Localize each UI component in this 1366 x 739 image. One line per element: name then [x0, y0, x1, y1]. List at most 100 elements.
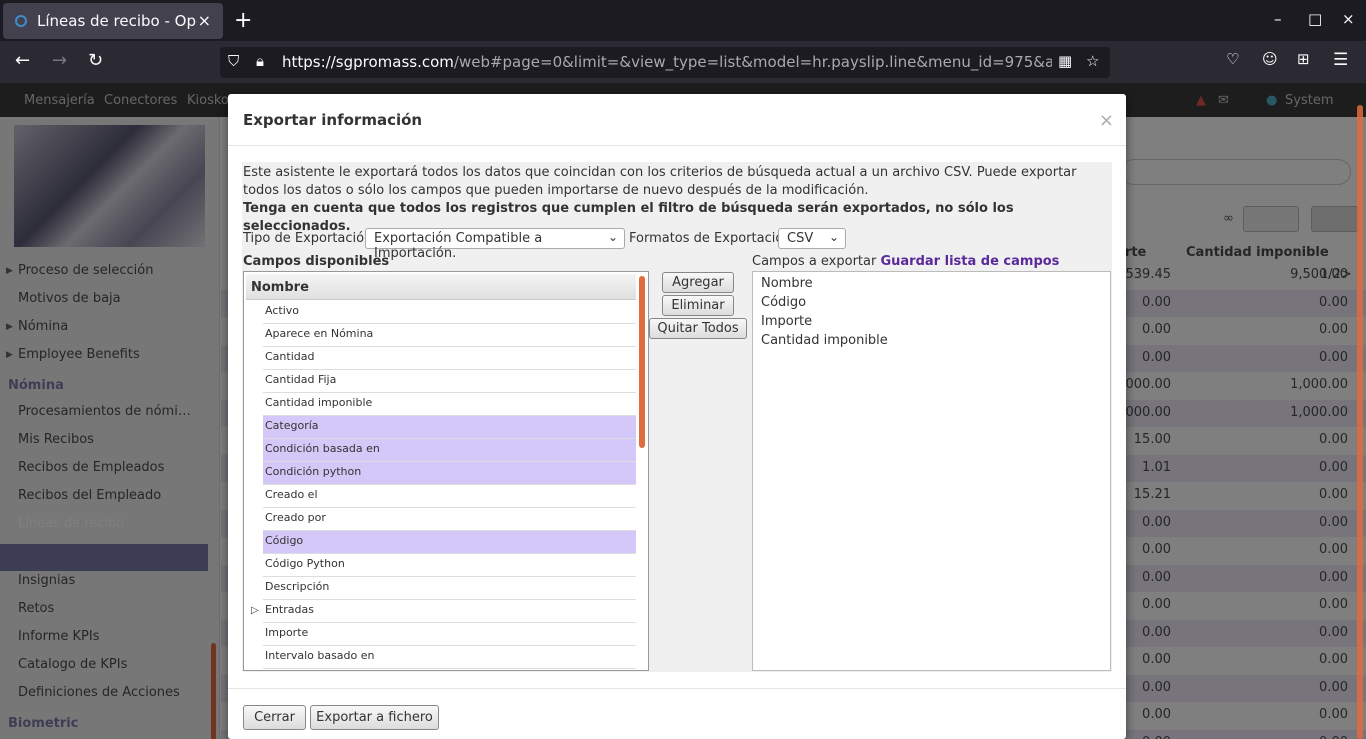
- extension-icon[interactable]: ☺: [1262, 50, 1278, 68]
- available-fields-title: Campos disponibles: [243, 254, 390, 269]
- close-icon[interactable]: ×: [1099, 110, 1114, 131]
- add-button[interactable]: Agregar: [662, 272, 734, 293]
- close-window-button[interactable]: ×: [1342, 10, 1355, 28]
- row-indent: [246, 508, 263, 531]
- browser-tabbar: Líneas de recibo - OpenERP × + – □ ×: [0, 0, 1366, 41]
- url-bar[interactable]: ⛉ 🔒︎ https://sgpromass.com/web#page=0&li…: [220, 47, 1110, 78]
- field-row[interactable]: Código Python: [246, 554, 636, 577]
- row-indent: [246, 393, 263, 416]
- row-indent: [246, 646, 263, 669]
- export-to-file-button[interactable]: Exportar a fichero: [310, 705, 439, 730]
- available-fields-list[interactable]: Nombre Activo Aparece en Nómina Cantidad Ca…: [243, 271, 649, 671]
- row-indent: [246, 370, 263, 393]
- expand-triangle-icon[interactable]: ▷: [251, 605, 259, 616]
- field-row[interactable]: Código: [246, 531, 636, 554]
- intro-text: Este asistente le exportará todos los da…: [243, 164, 1103, 236]
- chevron-down-icon: ⌄: [607, 230, 618, 244]
- row-indent: [246, 324, 263, 347]
- field-row[interactable]: Categoría: [246, 416, 636, 439]
- field-label: Descripción: [265, 580, 330, 593]
- available-fields-header: Nombre: [246, 274, 636, 300]
- bookmark-star-icon[interactable]: ☆: [1086, 52, 1099, 70]
- favicon-icon: [15, 15, 27, 27]
- field-label: Cantidad Fija: [265, 373, 337, 386]
- field-row[interactable]: Creado por: [246, 508, 636, 531]
- field-row[interactable]: Creado el: [246, 485, 636, 508]
- export-field-item[interactable]: Nombre: [761, 276, 813, 291]
- row-indent: [246, 485, 263, 508]
- browser-navbar: ← → ↻ ⛉ 🔒︎ https://sgpromass.com/web#pag…: [0, 41, 1366, 83]
- field-row[interactable]: Descripción: [246, 577, 636, 600]
- remove-all-button[interactable]: Quitar Todos: [649, 318, 747, 339]
- field-row[interactable]: Intervalo basado en: [246, 646, 636, 669]
- url-text[interactable]: https://sgpromass.com/web#page=0&limit=&…: [282, 53, 1052, 71]
- row-indent: [246, 577, 263, 600]
- field-row[interactable]: Aparece en Nómina: [246, 324, 636, 347]
- row-indent: [246, 439, 263, 462]
- field-row[interactable]: ▷ Entradas: [246, 600, 636, 623]
- field-row[interactable]: Cantidad: [246, 347, 636, 370]
- field-label: Categoría: [265, 419, 319, 432]
- fields-scrollbar[interactable]: [639, 276, 645, 448]
- field-row[interactable]: Cantidad imponible: [246, 393, 636, 416]
- field-label: Importe: [265, 626, 309, 639]
- tab-title: Líneas de recibo - OpenERP: [37, 12, 197, 30]
- field-label: Intervalo basado en: [265, 649, 375, 662]
- field-row[interactable]: Condición python: [246, 462, 636, 485]
- field-label: Cantidad imponible: [265, 396, 373, 409]
- close-button[interactable]: Cerrar: [243, 705, 306, 730]
- field-row[interactable]: Cantidad Fija: [246, 370, 636, 393]
- shield-icon[interactable]: ⛉: [228, 52, 239, 70]
- field-label: Código Python: [265, 557, 345, 570]
- browser-tab[interactable]: Líneas de recibo - OpenERP ×: [3, 3, 223, 39]
- dialog-header: Exportar información ×: [228, 94, 1126, 146]
- row-indent: [246, 531, 263, 554]
- export-type-select[interactable]: Exportación Compatible a Importación. ⌄: [365, 228, 625, 261]
- export-type-label: Tipo de Exportación:: [243, 231, 377, 246]
- dialog-title: Exportar información: [243, 111, 423, 129]
- field-label: Aparece en Nómina: [265, 327, 374, 340]
- export-dialog: Exportar información × Este asistente le…: [228, 94, 1126, 739]
- export-fields-title: Campos a exportar Guardar lista de campo…: [752, 254, 1060, 269]
- export-field-item[interactable]: Código: [761, 295, 806, 310]
- row-indent: [246, 416, 263, 439]
- field-label: Activo: [265, 304, 299, 317]
- field-label: Creado el: [265, 488, 318, 501]
- field-label: Condición basada en: [265, 442, 380, 455]
- row-indent: [246, 623, 263, 646]
- field-row[interactable]: Condición basada en: [246, 439, 636, 462]
- field-row[interactable]: Activo: [246, 301, 636, 324]
- export-field-item[interactable]: Cantidad imponible: [761, 333, 888, 348]
- lock-icon[interactable]: 🔒︎: [256, 52, 264, 70]
- row-indent: [246, 301, 263, 324]
- warning-text: Tenga en cuenta que todos los registros …: [243, 201, 1014, 234]
- pocket-icon[interactable]: ♡: [1226, 50, 1239, 68]
- save-field-list-link[interactable]: Guardar lista de campos: [880, 254, 1059, 269]
- field-row[interactable]: Importe: [246, 623, 636, 646]
- row-indent: [246, 347, 263, 370]
- new-tab-button[interactable]: +: [234, 8, 252, 33]
- field-label: Código: [265, 534, 304, 547]
- back-icon[interactable]: ←: [15, 50, 30, 71]
- close-tab-icon[interactable]: ×: [198, 11, 211, 30]
- remove-button[interactable]: Eliminar: [662, 295, 734, 316]
- page-scrollbar[interactable]: [1357, 105, 1363, 739]
- export-field-item[interactable]: Importe: [761, 314, 812, 329]
- hamburger-menu-icon[interactable]: ☰: [1333, 50, 1348, 70]
- row-indent: [246, 462, 263, 485]
- field-label: Entradas: [265, 603, 314, 616]
- field-label: Creado por: [265, 511, 326, 524]
- export-fields-list[interactable]: Nombre Código Importe Cantidad imponible: [752, 271, 1111, 671]
- minimize-button[interactable]: –: [1274, 10, 1282, 28]
- dialog-footer: Cerrar Exportar a fichero: [228, 688, 1126, 739]
- forward-icon[interactable]: →: [52, 50, 67, 71]
- chevron-down-icon: ⌄: [828, 230, 839, 244]
- apps-icon[interactable]: ⊞: [1297, 50, 1310, 68]
- export-format-select[interactable]: CSV ⌄: [778, 228, 846, 249]
- maximize-button[interactable]: □: [1308, 10, 1322, 28]
- qr-code-icon[interactable]: ▦: [1058, 52, 1072, 70]
- reload-icon[interactable]: ↻: [88, 50, 103, 71]
- field-label: Condición python: [265, 465, 362, 478]
- export-format-label: Formatos de Exportación: [629, 231, 792, 246]
- intro-paragraph: Este asistente le exportará todos los da…: [243, 165, 1077, 198]
